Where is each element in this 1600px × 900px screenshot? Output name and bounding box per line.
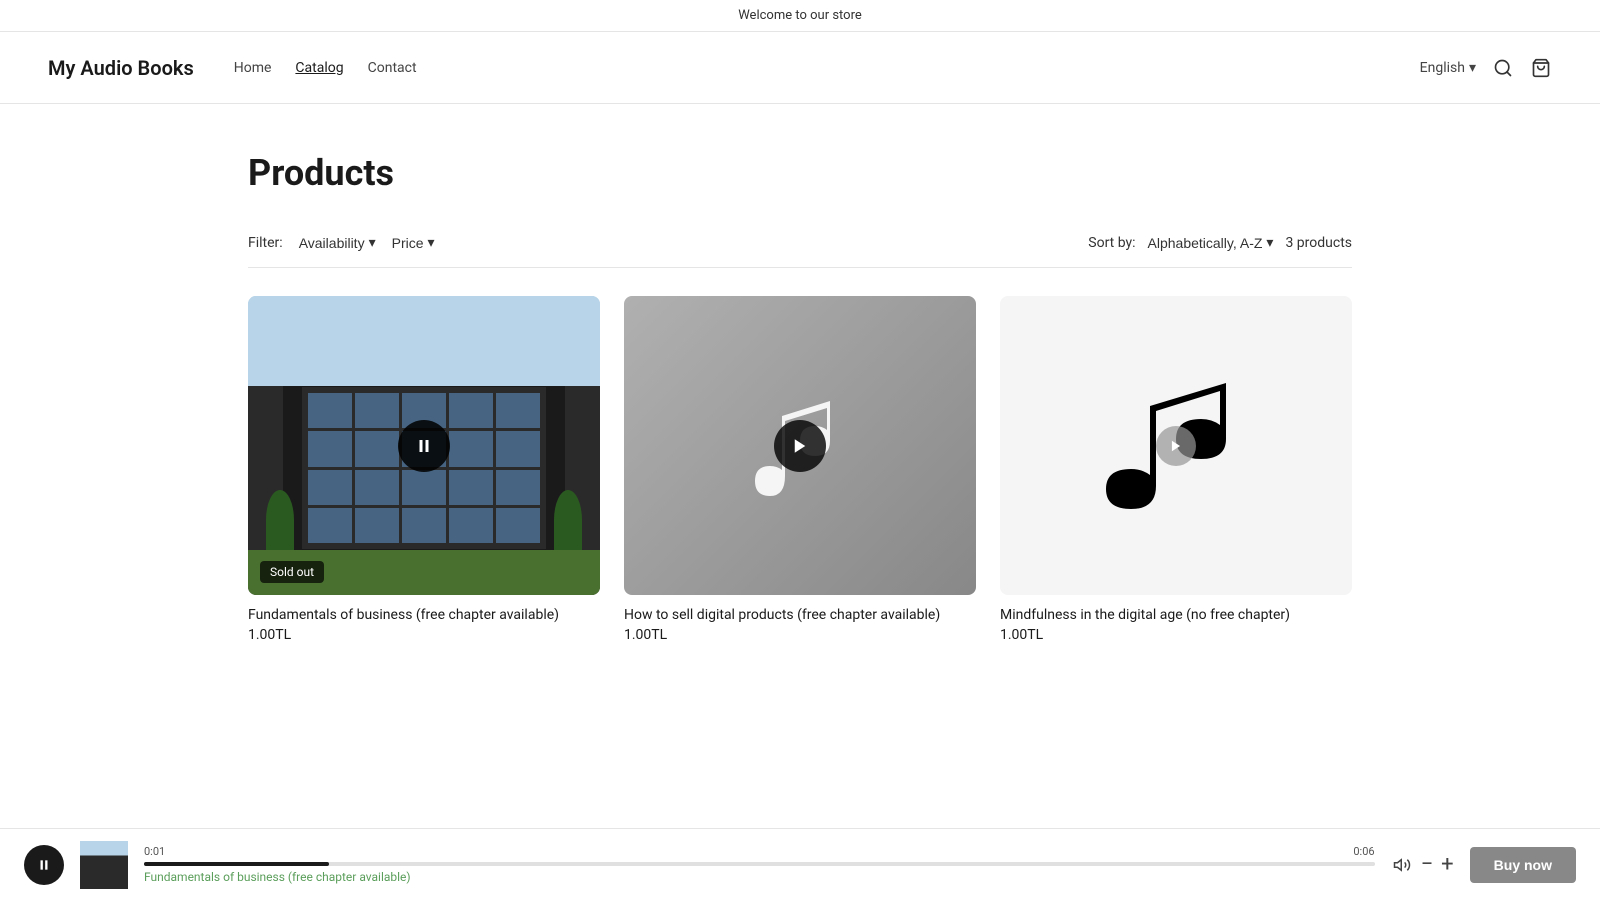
nav-home[interactable]: Home xyxy=(234,60,272,76)
banner-text: Welcome to our store xyxy=(738,8,862,23)
tree-left xyxy=(266,490,294,550)
chevron-down-icon: ▾ xyxy=(1266,234,1273,251)
filter-label: Filter: xyxy=(248,235,283,251)
volume-plus-button[interactable]: + xyxy=(1441,854,1453,876)
sort-label: Sort by: xyxy=(1088,235,1135,251)
price-filter[interactable]: Price ▾ xyxy=(392,234,435,251)
player-bar: 0:01 0:06 Fundamentals of business (free… xyxy=(0,828,1600,900)
language-selector[interactable]: English ▾ xyxy=(1420,60,1476,76)
main-content: Products Filter: Availability ▾ Price ▾ … xyxy=(200,104,1400,743)
product-title-3: Mindfulness in the digital age (no free … xyxy=(1000,607,1352,623)
product-image-2 xyxy=(624,296,976,595)
header-right: English ▾ xyxy=(1420,57,1552,79)
main-nav: Home Catalog Contact xyxy=(234,60,1420,76)
sky xyxy=(248,296,600,386)
product-card-3[interactable]: Mindfulness in the digital age (no free … xyxy=(1000,296,1352,643)
player-progress-fill xyxy=(144,862,329,866)
product-count: 3 products xyxy=(1285,235,1352,251)
player-current-time: 0:01 xyxy=(144,845,165,858)
page-title: Products xyxy=(248,152,1352,194)
pause-button-1[interactable] xyxy=(398,420,450,472)
tree-right xyxy=(554,490,582,550)
chevron-down-icon: ▾ xyxy=(428,234,435,251)
player-times: 0:01 0:06 xyxy=(144,845,1375,858)
sort-select[interactable]: Alphabetically, A-Z ▾ xyxy=(1148,234,1274,251)
player-total-time: 0:06 xyxy=(1353,845,1374,858)
cart-icon[interactable] xyxy=(1530,57,1552,79)
filter-right: Sort by: Alphabetically, A-Z ▾ 3 product… xyxy=(1088,234,1352,251)
product-price-1: 1.00TL xyxy=(248,627,600,643)
product-card-2[interactable]: How to sell digital products (free chapt… xyxy=(624,296,976,643)
play-button-2[interactable] xyxy=(774,420,826,472)
sold-out-badge: Sold out xyxy=(260,561,324,583)
product-image-3 xyxy=(1000,296,1352,595)
header: My Audio Books Home Catalog Contact Engl… xyxy=(0,32,1600,104)
nav-catalog[interactable]: Catalog xyxy=(295,60,343,76)
product-title-2: How to sell digital products (free chapt… xyxy=(624,607,976,623)
player-thumbnail xyxy=(80,841,128,889)
product-image-1: Sold out xyxy=(248,296,600,595)
player-pause-button[interactable] xyxy=(24,845,64,885)
language-label: English xyxy=(1420,60,1465,76)
product-card-1[interactable]: Sold out Fundamentals of business (free … xyxy=(248,296,600,643)
chevron-down-icon: ▾ xyxy=(1469,60,1476,76)
product-price-3: 1.00TL xyxy=(1000,627,1352,643)
player-controls-right: − + xyxy=(1391,854,1454,876)
product-price-2: 1.00TL xyxy=(624,627,976,643)
chevron-down-icon: ▾ xyxy=(369,234,376,251)
play-button-3[interactable] xyxy=(1156,426,1196,466)
filter-bar: Filter: Availability ▾ Price ▾ Sort by: … xyxy=(248,234,1352,268)
volume-minus-button[interactable]: − xyxy=(1421,854,1434,876)
search-icon[interactable] xyxy=(1492,57,1514,79)
top-banner: Welcome to our store xyxy=(0,0,1600,32)
player-progress-track[interactable] xyxy=(144,862,1375,866)
thumbnail-image xyxy=(80,841,128,889)
buy-now-button[interactable]: Buy now xyxy=(1470,847,1576,883)
nav-contact[interactable]: Contact xyxy=(368,60,417,76)
site-logo[interactable]: My Audio Books xyxy=(48,56,194,80)
availability-filter[interactable]: Availability ▾ xyxy=(299,234,376,251)
player-progress-wrap: 0:01 0:06 Fundamentals of business (free… xyxy=(144,845,1375,884)
product-title-1: Fundamentals of business (free chapter a… xyxy=(248,607,600,623)
player-track-name: Fundamentals of business (free chapter a… xyxy=(144,870,1375,884)
filter-left: Filter: Availability ▾ Price ▾ xyxy=(248,234,435,251)
volume-icon[interactable] xyxy=(1391,854,1413,876)
products-grid: Sold out Fundamentals of business (free … xyxy=(248,296,1352,643)
